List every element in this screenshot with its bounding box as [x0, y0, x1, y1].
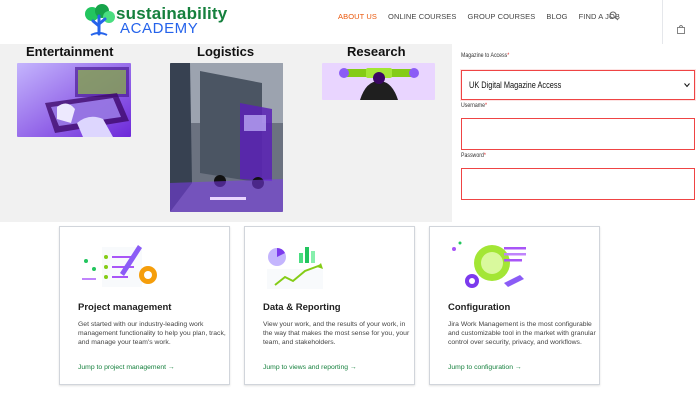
nav-blog[interactable]: BLOG [546, 12, 567, 21]
jump-to-configuration-link[interactable]: Jump to configuration → [448, 364, 522, 371]
card-data-reporting: Data & Reporting View your work, and the… [244, 226, 415, 385]
access-label: Magazine to Access* [461, 52, 510, 59]
site-header: sustainability ACADEMY ABOUT US ONLINE C… [0, 0, 700, 44]
magazine-login-form: Magazine to Access* UK Digital Magazine … [452, 44, 700, 224]
magazine-access-value: UK Digital Magazine Access [469, 80, 562, 90]
sector-title-research: Research [347, 44, 406, 59]
card-title: Data & Reporting [263, 302, 341, 313]
card-configuration: Configuration Jira Work Management is th… [429, 226, 600, 385]
card-title: Project management [78, 302, 172, 313]
card-description: Get started with our industry-leading wo… [78, 321, 226, 347]
jump-to-project-management-link[interactable]: Jump to project management → [78, 364, 175, 371]
card-description: View your work, and the results of your … [263, 321, 410, 347]
charts-icon [267, 247, 323, 289]
site-logo[interactable]: sustainability ACADEMY [82, 2, 227, 38]
entertainment-image [17, 63, 131, 137]
header-divider [662, 0, 663, 44]
sector-title-entertainment: Entertainment [26, 44, 114, 59]
nav-group-courses[interactable]: GROUP COURSES [468, 12, 536, 21]
jump-to-views-reporting-link[interactable]: Jump to views and reporting → [263, 364, 357, 371]
card-description: Jira Work Management is the most configu… [448, 321, 596, 347]
password-input[interactable] [461, 168, 695, 200]
chevron-down-icon [684, 83, 690, 88]
nav-about-us[interactable]: ABOUT US [338, 12, 377, 21]
logo-tree-icon [85, 4, 115, 36]
username-input[interactable] [461, 118, 695, 150]
sector-title-logistics: Logistics [197, 44, 255, 59]
search-icon[interactable] [609, 11, 619, 21]
logistics-image [170, 63, 283, 212]
checklist-gear-icon [82, 245, 157, 287]
password-label: Password* [461, 152, 486, 159]
nav-online-courses[interactable]: ONLINE COURSES [388, 12, 457, 21]
shopping-bag-icon[interactable] [676, 24, 686, 34]
main-nav: ABOUT US ONLINE COURSES GROUP COURSES BL… [338, 12, 620, 21]
card-project-management: Project management Get started with our … [59, 226, 230, 385]
sectors-band: Entertainment Logistics Research [0, 44, 452, 222]
username-label: Username* [461, 102, 488, 109]
card-title: Configuration [448, 302, 511, 313]
logo-text-bottom: ACADEMY [120, 20, 199, 37]
magazine-access-select[interactable]: UK Digital Magazine Access [461, 70, 695, 100]
research-image [322, 63, 435, 100]
gears-wrench-icon [452, 241, 526, 288]
